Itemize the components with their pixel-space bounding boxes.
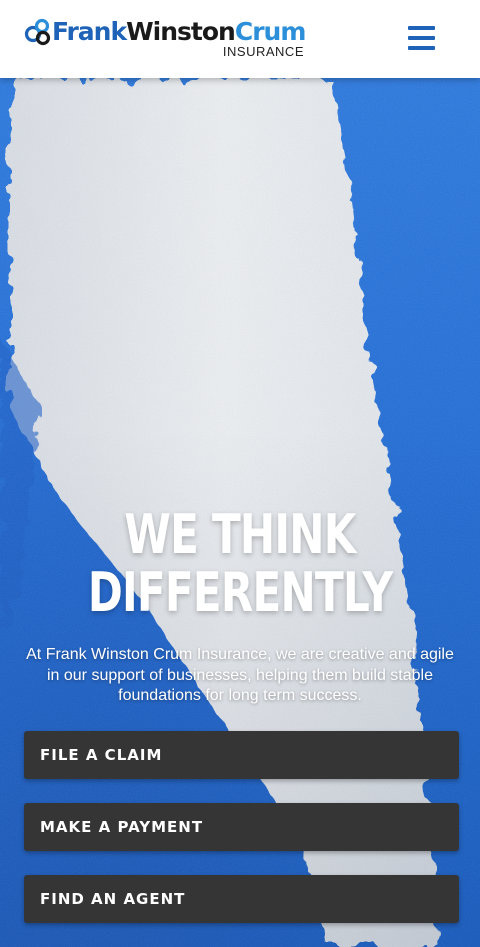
hamburger-menu-icon[interactable] (406, 24, 436, 54)
menu-bar (408, 26, 435, 30)
logo-word-crum: Crum (234, 17, 307, 46)
site-header: FrankWinstonCrum INSURANCE (0, 0, 480, 78)
headline-line-2: DIFFERENTLY (87, 561, 393, 624)
button-label: MAKE A PAYMENT (40, 818, 204, 836)
hero-section: WE THINK DIFFERENTLY At Frank Winston Cr… (0, 78, 480, 947)
button-label: FIND AN AGENT (40, 890, 186, 908)
logo-word-winston: Winston (126, 17, 236, 46)
headline-line-1: WE THINK (124, 503, 356, 566)
logo-subtitle: INSURANCE (222, 44, 304, 59)
menu-bar (408, 36, 435, 40)
make-a-payment-button[interactable]: MAKE A PAYMENT (24, 803, 459, 851)
logo-word-frank: Frank (52, 17, 127, 46)
logo-mark-icon (24, 18, 51, 46)
button-label: FILE A CLAIM (40, 746, 163, 764)
hero-intro-text: At Frank Winston Crum Insurance, we are … (26, 646, 454, 704)
file-a-claim-button[interactable]: FILE A CLAIM (24, 731, 459, 779)
menu-bar (408, 46, 435, 50)
hero-headline: WE THINK DIFFERENTLY (53, 506, 427, 622)
find-an-agent-button[interactable]: FIND AN AGENT (24, 875, 459, 923)
brand-logo[interactable]: FrankWinstonCrum INSURANCE (24, 16, 314, 64)
